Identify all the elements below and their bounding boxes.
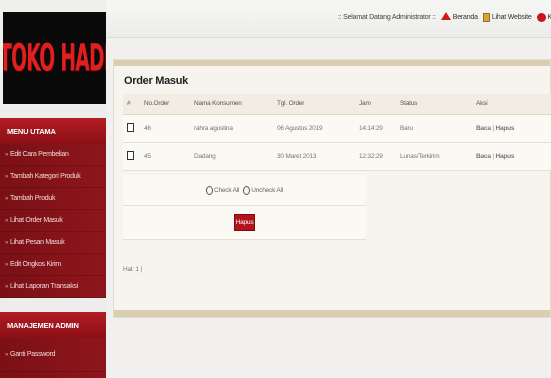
logout-link[interactable]: K (548, 14, 551, 21)
column-header: No.Order (140, 94, 190, 115)
check-all-radio[interactable] (205, 185, 213, 195)
sidebar-item-label: Lihat Pesan Masuk (10, 239, 65, 246)
table-row: 46 rahra agustina 06 Agustus 2019 14:14:… (123, 114, 551, 143)
header-links: :: Selamat Datang Administrator :: Beran… (338, 10, 551, 24)
action-separator: | (492, 124, 494, 132)
hapus-link[interactable]: Hapus (495, 125, 514, 132)
chevron-right-icon: » (5, 151, 9, 158)
order-date: 30 Maret 2013 (273, 142, 355, 171)
order-status: Baru (396, 114, 472, 143)
check-all-row: Check All Uncheck All (123, 175, 366, 206)
column-header: Tgl. Order (273, 94, 355, 115)
row-select-cell (123, 142, 140, 171)
welcome-text: :: Selamat Datang Administrator :: (337, 13, 436, 21)
customer-name: Dadang (190, 142, 273, 171)
row-checkbox[interactable] (127, 150, 134, 160)
order-number: 45 (140, 142, 190, 171)
home-icon[interactable] (440, 12, 451, 20)
action-cell: Baca | Hapus (472, 114, 551, 143)
hapus-button[interactable]: Hapus (234, 214, 255, 231)
chevron-right-icon: » (5, 195, 9, 202)
uncheck-all-radio[interactable] (243, 185, 251, 195)
manajemen-admin-title: MANAJEMEN ADMIN (7, 320, 79, 330)
action-separator: | (492, 152, 494, 160)
manajemen-admin-heading: MANAJEMEN ADMIN (0, 312, 106, 338)
order-masuk-panel: Order Masuk # No.Order Nama Konsumen Tgl… (113, 59, 551, 318)
check-all-label: Check All (213, 186, 240, 194)
order-status: Lunas/Terkirim (396, 142, 472, 171)
sidebar-item-label: Edit Cara Pembelian (10, 151, 69, 158)
baca-link[interactable]: Baca (476, 153, 491, 160)
action-cell: Baca | Hapus (472, 142, 551, 171)
uncheck-all-option[interactable]: Uncheck All (243, 185, 284, 195)
website-icon[interactable] (482, 12, 490, 22)
table-row: 45 Dadang 30 Maret 2013 12:32:29 Lunas/T… (123, 142, 551, 171)
table-header-row: # No.Order Nama Konsumen Tgl. Order Jam … (123, 94, 551, 115)
sidebar-item-lihat-order-masuk[interactable]: » Lihat Order Masuk (0, 210, 106, 232)
sidebar-item-label: Lihat Order Masuk (10, 217, 63, 224)
row-select-cell (123, 114, 140, 143)
chevron-right-icon: » (5, 173, 9, 180)
sidebar-item-lihat-laporan-transaksi[interactable]: » Lihat Laporan Transaksi (0, 276, 106, 298)
beranda-link[interactable]: Beranda (453, 14, 478, 21)
sidebar-item-label: Lihat Laporan Transaksi (10, 283, 78, 290)
menu-utama-title: MENU UTAMA (7, 126, 56, 136)
chevron-right-icon: » (5, 283, 9, 290)
site-logo[interactable]: TOKO HADI (3, 12, 106, 104)
sidebar-item-lihat-pesan-masuk[interactable]: » Lihat Pesan Masuk (0, 232, 106, 254)
check-all-option[interactable]: Check All (205, 185, 240, 195)
menu-utama-list: » Edit Cara Pembelian » Tambah Kategori Pr… (0, 144, 106, 298)
order-time: 14:14:29 (355, 114, 396, 143)
panel-bottom-strip (114, 310, 550, 317)
top-bar: :: Selamat Datang Administrator :: Beran… (106, 0, 551, 38)
sidebar-item-label: Edit Ongkos Kirim (10, 261, 61, 268)
delete-button-row: Hapus (123, 206, 366, 240)
column-header: # (123, 94, 140, 115)
baca-link[interactable]: Baca (476, 125, 491, 132)
sidebar-item-label: Tambah Produk (10, 195, 56, 202)
column-header: Status (396, 94, 472, 115)
column-header: Nama Konsumen (190, 94, 273, 115)
column-header: Aksi (472, 94, 551, 115)
chevron-right-icon: » (5, 239, 9, 246)
chevron-right-icon: » (5, 351, 9, 358)
logo-area: TOKO HADI (0, 0, 106, 106)
lihat-website-link[interactable]: Lihat Website (492, 14, 532, 21)
customer-name: rahra agustina (190, 114, 273, 143)
sidebar-item-tambah-kategori-produk[interactable]: » Tambah Kategori Produk (0, 166, 106, 188)
hapus-link[interactable]: Hapus (495, 153, 514, 160)
sidebar: TOKO HADI MENU UTAMA » Edit Cara Pembelia… (0, 0, 106, 378)
chevron-right-icon: » (5, 261, 9, 268)
order-date: 06 Agustus 2019 (273, 114, 355, 143)
order-time: 12:32:29 (355, 142, 396, 171)
orders-table: # No.Order Nama Konsumen Tgl. Order Jam … (123, 94, 551, 171)
column-header: Jam (355, 94, 396, 115)
manajemen-admin-list: » Ganti Password (0, 338, 106, 378)
menu-utama-heading: MENU UTAMA (0, 118, 106, 144)
order-number: 46 (140, 114, 190, 143)
panel-top-strip (114, 60, 550, 66)
sidebar-item-edit-cara-pembelian[interactable]: » Edit Cara Pembelian (0, 144, 106, 166)
uncheck-all-label: Uncheck All (251, 186, 284, 194)
logout-icon[interactable] (536, 12, 546, 22)
sidebar-item-ganti-password[interactable]: » Ganti Password (0, 338, 106, 372)
chevron-right-icon: » (5, 217, 9, 224)
pagination[interactable]: Hal: 1 | (123, 266, 142, 273)
sidebar-item-edit-ongkos-kirim[interactable]: » Edit Ongkos Kirim (0, 254, 106, 276)
sidebar-item-label: Tambah Kategori Produk (10, 173, 81, 180)
sidebar-item-label: Ganti Password (10, 351, 56, 358)
sidebar-item-tambah-produk[interactable]: » Tambah Produk (0, 188, 106, 210)
row-checkbox[interactable] (127, 122, 134, 132)
page-title: Order Masuk (124, 75, 188, 87)
logo-text: TOKO HADI (3, 36, 106, 80)
